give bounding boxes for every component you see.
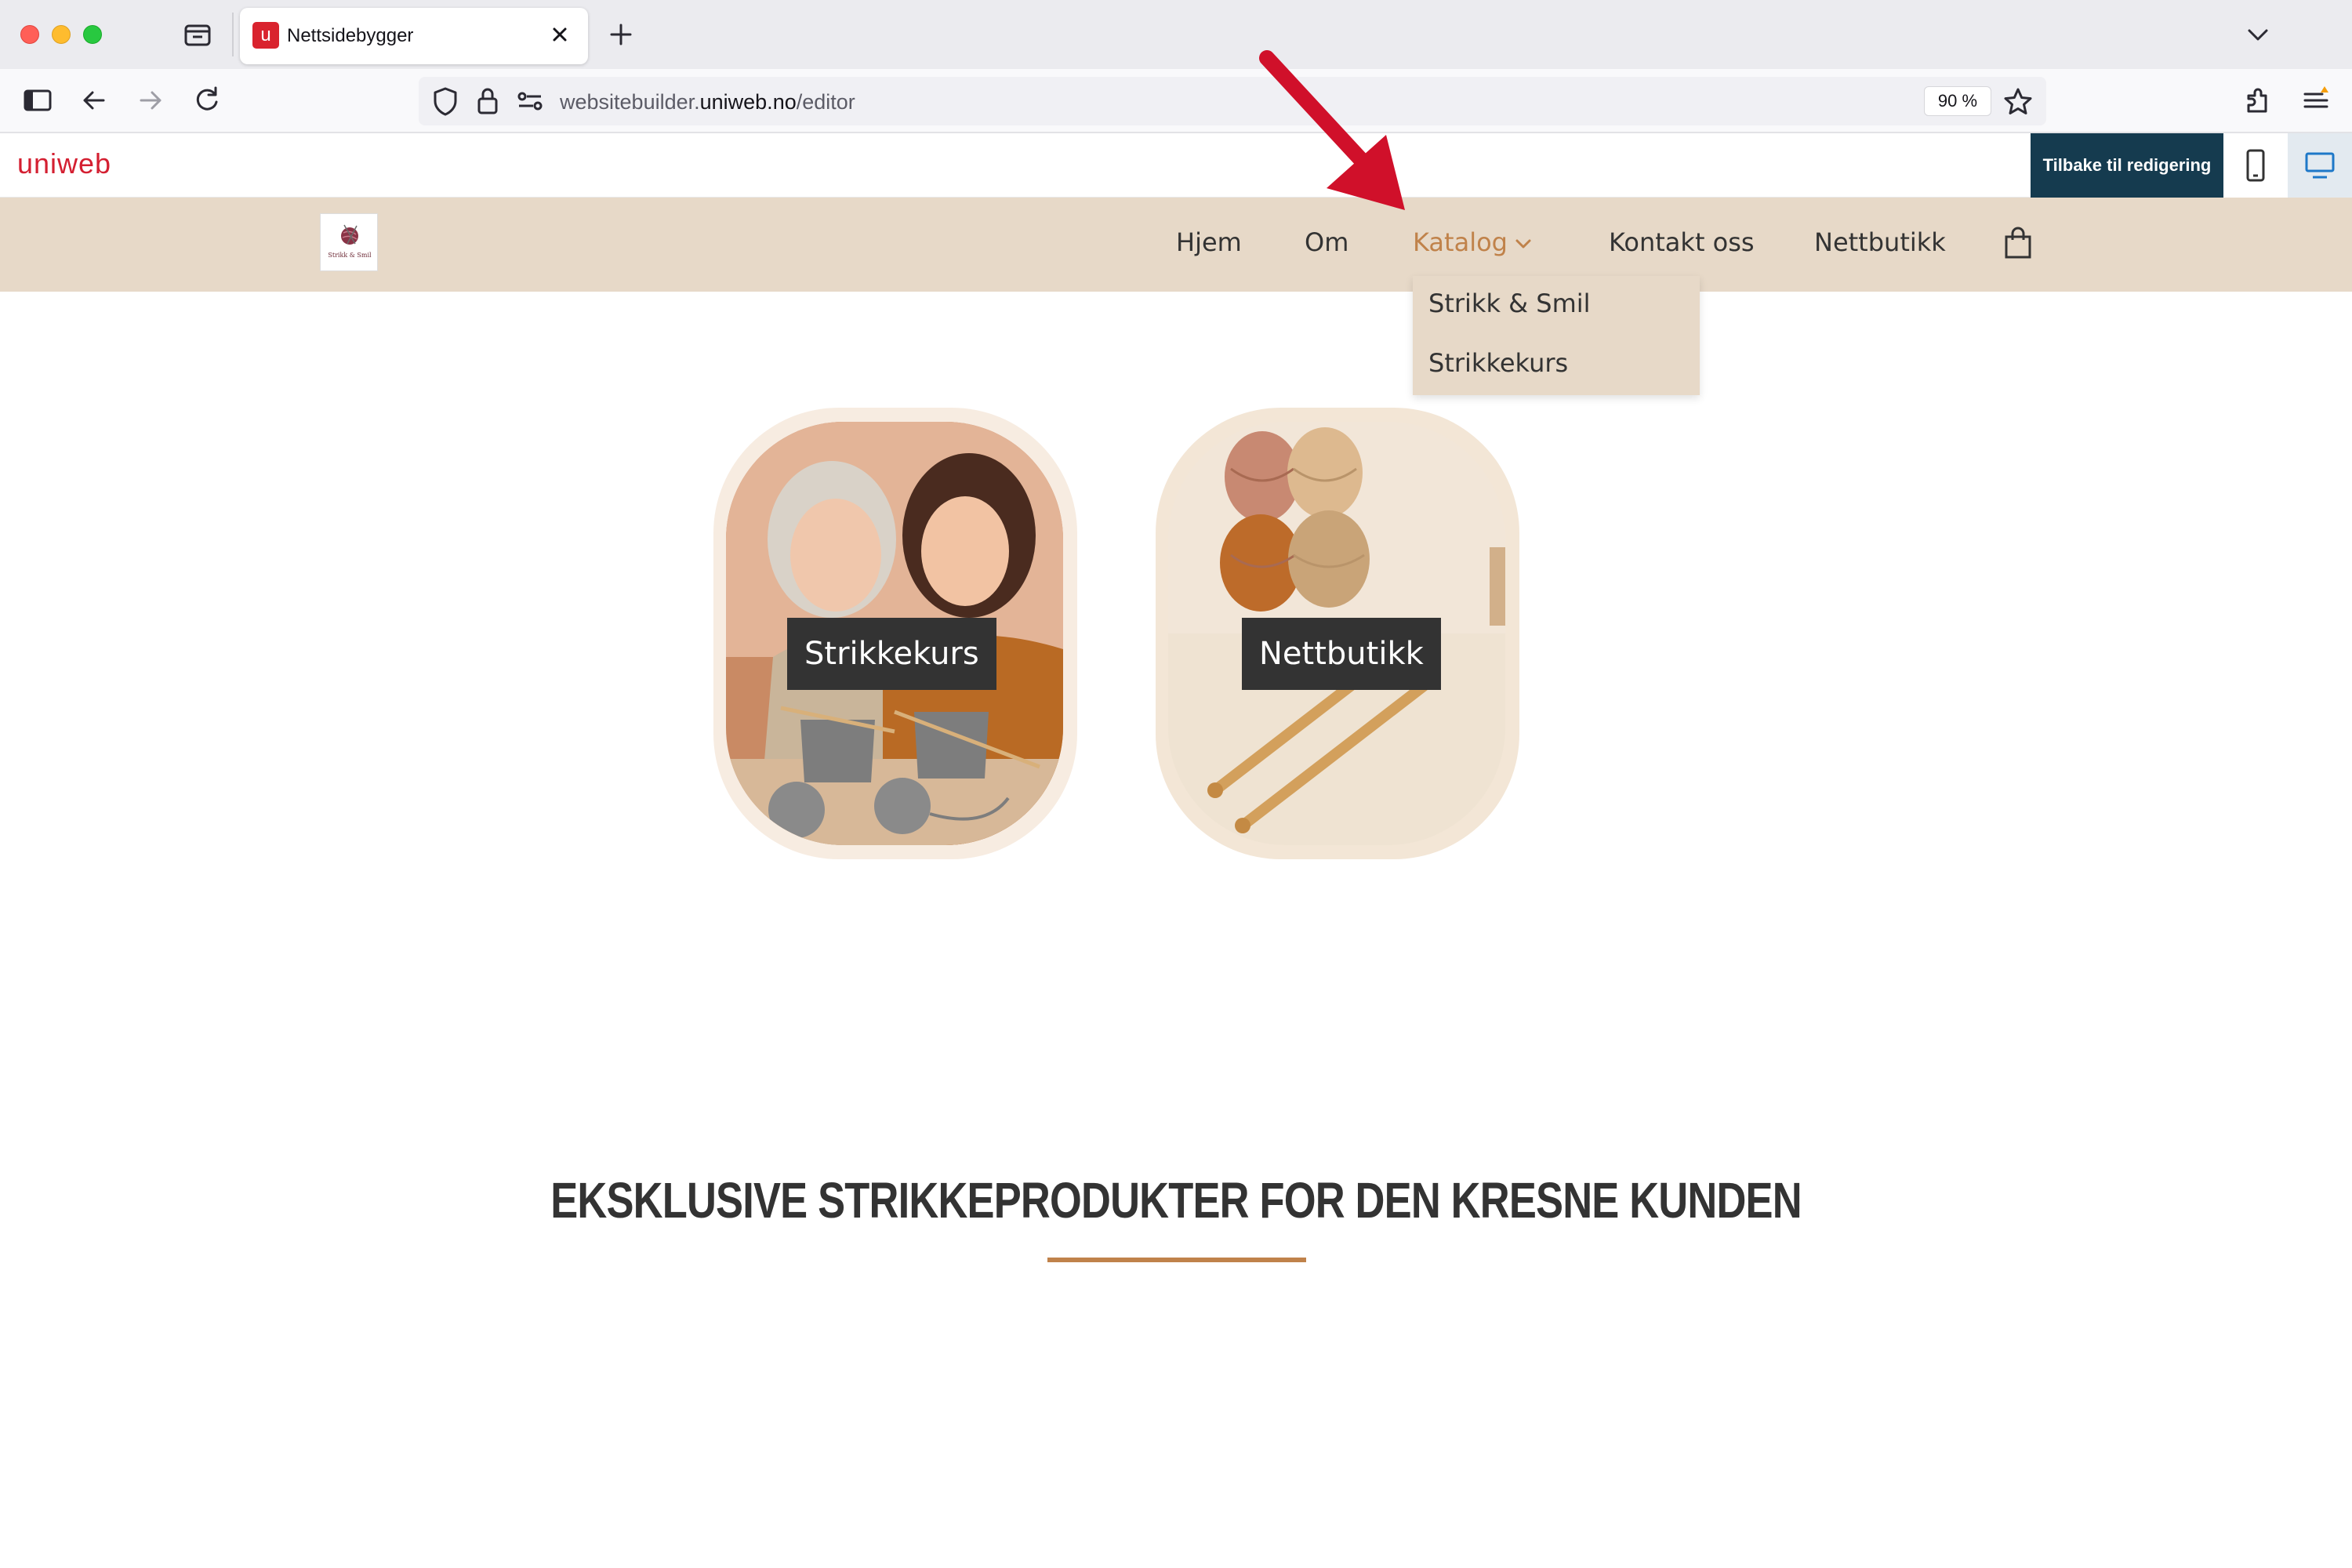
desktop-icon bbox=[2305, 152, 2335, 179]
lock-icon[interactable] bbox=[474, 85, 502, 118]
star-icon[interactable] bbox=[2001, 85, 2035, 119]
back-arrow-icon[interactable] bbox=[77, 83, 111, 118]
window-zoom-button[interactable] bbox=[83, 25, 102, 44]
katalog-dropdown-menu: Strikk & Smil Strikkekurs bbox=[1413, 276, 1700, 395]
card-label-strikkekurs[interactable]: Strikkekurs bbox=[787, 618, 996, 690]
nav-link-katalog[interactable]: Katalog bbox=[1413, 227, 1508, 257]
address-bar[interactable]: websitebuilder.uniweb.no/editor 90 % bbox=[419, 77, 2046, 125]
yarn-ball-logo-icon bbox=[341, 224, 358, 245]
dropdown-item-strikkekurs[interactable]: Strikkekurs bbox=[1428, 348, 1568, 378]
chevron-down-icon[interactable] bbox=[2242, 19, 2274, 50]
shopping-bag-icon[interactable] bbox=[2002, 226, 2034, 260]
mobile-view-button[interactable] bbox=[2223, 133, 2288, 198]
browser-tab-strip: u Nettsidebygger bbox=[0, 0, 2352, 69]
mobile-icon bbox=[2246, 149, 2265, 182]
window-close-button[interactable] bbox=[20, 25, 39, 44]
url-host: uniweb.no bbox=[699, 90, 797, 114]
section-heading: EKSKLUSIVE STRIKKEPRODUKTER FOR DEN KRES… bbox=[550, 1172, 1802, 1229]
back-to-editing-button[interactable]: Tilbake til redigering bbox=[2031, 133, 2223, 198]
dropdown-item-strikk-smil[interactable]: Strikk & Smil bbox=[1428, 289, 1591, 318]
nav-link-om[interactable]: Om bbox=[1305, 227, 1348, 257]
close-icon[interactable] bbox=[546, 20, 574, 49]
nav-link-kontakt-oss[interactable]: Kontakt oss bbox=[1609, 227, 1755, 257]
url-text[interactable]: websitebuilder.uniweb.no/editor bbox=[560, 90, 855, 114]
uniweb-logo[interactable]: uniweb bbox=[17, 147, 111, 180]
card-label-nettbutikk[interactable]: Nettbutikk bbox=[1242, 618, 1441, 690]
editor-toolbar: uniweb Tilbake til redigering bbox=[0, 133, 2352, 198]
tab-nettsidebygger[interactable]: u Nettsidebygger bbox=[240, 8, 588, 64]
site-header: Strikk & Smil Hjem Om Katalog Kontakt os… bbox=[0, 198, 2352, 292]
site-logo-text: Strikk & Smil bbox=[328, 252, 372, 259]
zoom-level-badge[interactable]: 90 % bbox=[1924, 86, 1991, 116]
forward-arrow-icon[interactable] bbox=[133, 83, 168, 118]
browser-toolbar: websitebuilder.uniweb.no/editor 90 % bbox=[0, 69, 2352, 133]
site-logo[interactable]: Strikk & Smil bbox=[320, 213, 378, 271]
heading-underline bbox=[1047, 1258, 1306, 1262]
chevron-down-icon[interactable] bbox=[1513, 237, 1534, 251]
nav-link-hjem[interactable]: Hjem bbox=[1176, 227, 1242, 257]
tab-strip-divider bbox=[232, 13, 234, 56]
sidebar-icon[interactable] bbox=[20, 83, 55, 118]
menu-icon[interactable] bbox=[2299, 83, 2333, 118]
reload-icon[interactable] bbox=[190, 83, 224, 118]
window-minimize-button[interactable] bbox=[52, 25, 71, 44]
url-prefix: websitebuilder. bbox=[560, 90, 700, 114]
red-annotation-arrow-icon bbox=[1239, 39, 1427, 227]
url-path: /editor bbox=[796, 90, 855, 114]
site-permissions-icon[interactable] bbox=[514, 86, 546, 116]
desktop-view-button[interactable] bbox=[2288, 133, 2352, 198]
card-strikkekurs[interactable]: Strikkekurs bbox=[713, 408, 1077, 859]
shield-icon[interactable] bbox=[430, 85, 461, 118]
uniweb-favicon-icon: u bbox=[252, 22, 279, 49]
extensions-icon[interactable] bbox=[2241, 83, 2275, 118]
tab-list-icon[interactable] bbox=[182, 20, 213, 49]
plus-icon[interactable] bbox=[605, 19, 637, 50]
nav-link-nettbutikk[interactable]: Nettbutikk bbox=[1814, 227, 1946, 257]
card-nettbutikk[interactable]: Nettbutikk bbox=[1156, 408, 1519, 859]
tab-title: Nettsidebygger bbox=[287, 25, 414, 46]
